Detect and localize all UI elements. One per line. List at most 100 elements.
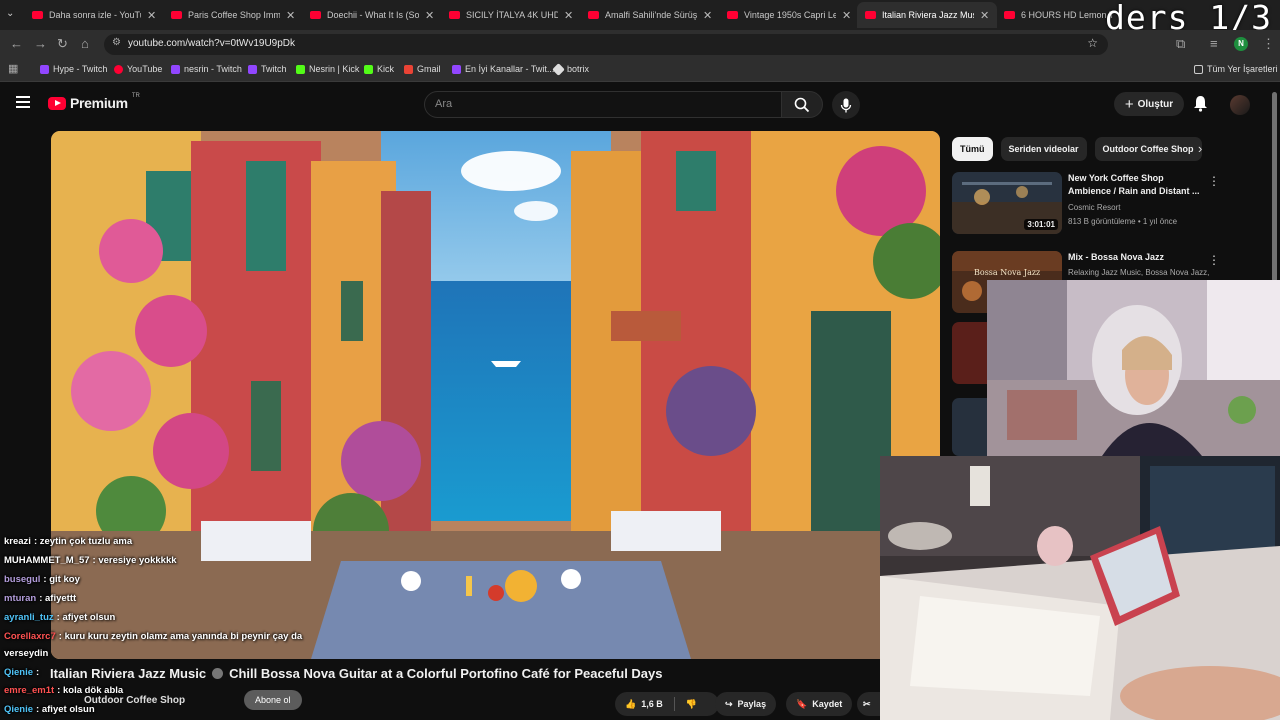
recommendation-meta: 813 B görüntüleme • 1 yıl önce — [1068, 217, 1178, 226]
browser-tab[interactable]: Paris Coffee Shop Immer ✕ — [163, 2, 303, 28]
bookmark-item[interactable]: nesrin - Twitch — [171, 64, 242, 74]
chip-all[interactable]: Tümü — [952, 137, 993, 161]
separator-icon — [212, 668, 224, 679]
close-icon[interactable]: ✕ — [564, 9, 573, 22]
close-icon[interactable]: ✕ — [842, 9, 851, 22]
bookmark-item[interactable]: Twitch — [248, 64, 287, 74]
browser-tab[interactable]: Daha sonra izle - YouTube✕ — [24, 2, 164, 28]
close-icon[interactable]: ✕ — [286, 9, 295, 22]
all-bookmarks[interactable]: Tüm Yer İşaretleri — [1194, 64, 1278, 74]
channel-name[interactable]: Outdoor Coffee Shop — [84, 695, 218, 706]
more-options-icon[interactable]: ⋮ — [1208, 174, 1220, 188]
video-player[interactable] — [51, 131, 940, 659]
browser-tab[interactable]: Doechii - What It Is (Solo ✕ — [302, 2, 442, 28]
profile-avatar[interactable]: N — [1234, 37, 1248, 51]
save-button[interactable]: 🔖 Kaydet — [786, 692, 853, 716]
twitch-icon — [40, 64, 49, 74]
more-options-icon[interactable]: ⋮ — [1208, 253, 1220, 267]
chat-message: busegul: git koy — [4, 574, 80, 585]
video-thumbnail-partial[interactable] — [952, 398, 987, 456]
voice-search-button[interactable] — [832, 91, 860, 119]
bookmark-item[interactable]: En İyi Kanallar - Twit... — [452, 64, 554, 74]
share-button[interactable]: ↪ Paylaş — [715, 692, 777, 716]
chip-series[interactable]: Seriden videolar — [1000, 137, 1087, 161]
botrix-icon — [552, 62, 565, 76]
reload-icon[interactable]: ↻ — [57, 36, 68, 52]
recommendation-title[interactable]: New York Coffee Shop Ambience / Rain and… — [1068, 172, 1206, 198]
close-icon[interactable]: ✕ — [980, 9, 989, 22]
bookmark-icon: 🔖 — [796, 698, 808, 709]
url-field[interactable]: ⚙ youtube.com/watch?v=0tWv19U9pDk ☆ — [104, 34, 1108, 55]
microphone-icon — [840, 98, 852, 112]
chat-message: Corellaxrc7: kuru kuru zeytin olamz ama … — [4, 631, 303, 642]
address-bar-row: ← → ↻ ⌂ ⚙ youtube.com/watch?v=0tWv19U9pD… — [0, 30, 1280, 58]
close-icon[interactable]: ✕ — [425, 9, 434, 22]
chip-channel[interactable]: Outdoor Coffee Shop — [1094, 137, 1202, 161]
back-icon[interactable]: ← — [10, 36, 23, 51]
bookmark-item[interactable]: Hype - Twitch — [40, 64, 107, 74]
extensions-icon[interactable]: ⧉ — [1176, 36, 1185, 52]
forward-icon[interactable]: → — [34, 36, 47, 51]
webcam-desk — [880, 456, 1280, 720]
home-icon[interactable]: ⌂ — [81, 36, 89, 51]
chat-message: ayranli_tuz: afiyet olsun — [4, 612, 116, 623]
search-button[interactable] — [781, 91, 823, 118]
thumbs-down-icon[interactable]: 👎 — [686, 699, 697, 710]
video-title: Italian Riviera Jazz Music Chill Bossa No… — [50, 666, 663, 681]
share-icon: ↪ — [725, 698, 733, 709]
close-icon[interactable]: ✕ — [703, 9, 712, 22]
menu-icon[interactable] — [16, 96, 30, 111]
scrollbar[interactable] — [1272, 92, 1277, 282]
video-thumbnail-partial[interactable] — [952, 322, 987, 384]
bookmark-item[interactable]: YouTube — [114, 64, 162, 74]
chat-message: mturan: afiyettt — [4, 593, 77, 604]
browser-tab-active[interactable]: Italian Riviera Jazz Music (✕ — [857, 2, 998, 28]
gmail-icon — [404, 64, 413, 74]
bookmark-item[interactable]: Kick — [364, 64, 394, 74]
chevron-right-icon[interactable]: › — [1198, 141, 1202, 156]
channel-row: Outdoor Coffee Shop Abone ol — [50, 690, 302, 710]
browser-tab[interactable]: Amalfi Sahili'nde Sürüş D ✕ — [580, 2, 720, 28]
recommendation-channel[interactable]: Relaxing Jazz Music, Bossa Nova Jazz, ..… — [1068, 268, 1210, 277]
tab-search-icon[interactable]: ⌄ — [6, 8, 14, 19]
scissors-icon: ✂ — [863, 698, 871, 709]
apps-grid-icon[interactable]: ▦ — [8, 62, 18, 75]
youtube-premium-logo[interactable]: Premium TR — [48, 93, 140, 111]
twitch-icon — [452, 64, 461, 74]
close-icon[interactable]: ✕ — [147, 9, 156, 22]
chat-message: kreazi: zeytin çok tuzlu ama — [4, 536, 133, 547]
browser-tab[interactable]: Vintage 1950s Capri Lem ✕ — [719, 2, 859, 28]
account-avatar[interactable] — [1230, 95, 1250, 115]
browser-tab[interactable]: 6 HOURS HD Lemon Tre — [996, 2, 1121, 28]
youtube-icon — [1004, 11, 1015, 19]
youtube-icon — [865, 11, 876, 19]
youtube-icon — [588, 11, 599, 19]
filter-chips: Tümü Seriden videolar Outdoor Coffee Sho… — [952, 137, 1202, 161]
create-button[interactable]: + Oluştur — [1114, 92, 1184, 116]
bookmark-item[interactable]: botrix — [552, 62, 589, 76]
recommendation-channel[interactable]: Cosmic Resort — [1068, 203, 1120, 212]
youtube-icon — [310, 11, 321, 19]
media-icon[interactable]: ≡ — [1210, 36, 1218, 51]
like-dislike-group: 👍 1,6 B 👎 — [615, 692, 719, 716]
bookmark-item[interactable]: Nesrin | Kick — [296, 64, 359, 74]
search-input[interactable]: Ara — [424, 91, 782, 118]
youtube-icon — [114, 64, 123, 74]
browser-tab[interactable]: SICILY İTALYA 4K UHD - M✕ — [441, 2, 581, 28]
bookmark-star-icon[interactable]: ☆ — [1087, 36, 1098, 50]
site-info-icon[interactable]: ⚙ — [112, 37, 121, 48]
subscribe-button[interactable]: Abone ol — [244, 690, 302, 710]
video-thumbnail[interactable]: 3:01:01 — [952, 172, 1062, 234]
browser-menu-icon[interactable]: ⋮ — [1262, 36, 1275, 52]
youtube-icon — [449, 11, 460, 19]
chat-message-continued: verseydin — [4, 648, 49, 659]
recommendation-title[interactable]: Mix - Bossa Nova Jazz — [1068, 251, 1206, 264]
search-icon — [794, 97, 810, 112]
bookmark-item[interactable]: Gmail — [404, 64, 441, 74]
thumbs-up-icon[interactable]: 👍 — [625, 699, 636, 710]
divider — [673, 697, 675, 711]
clip-button[interactable]: ✂ — [857, 692, 881, 716]
notifications-bell-icon[interactable] — [1193, 95, 1208, 117]
recommendation-item[interactable]: 3:01:01 New York Coffee Shop Ambience / … — [952, 172, 1272, 238]
video-frame-italian-alley — [51, 131, 940, 659]
